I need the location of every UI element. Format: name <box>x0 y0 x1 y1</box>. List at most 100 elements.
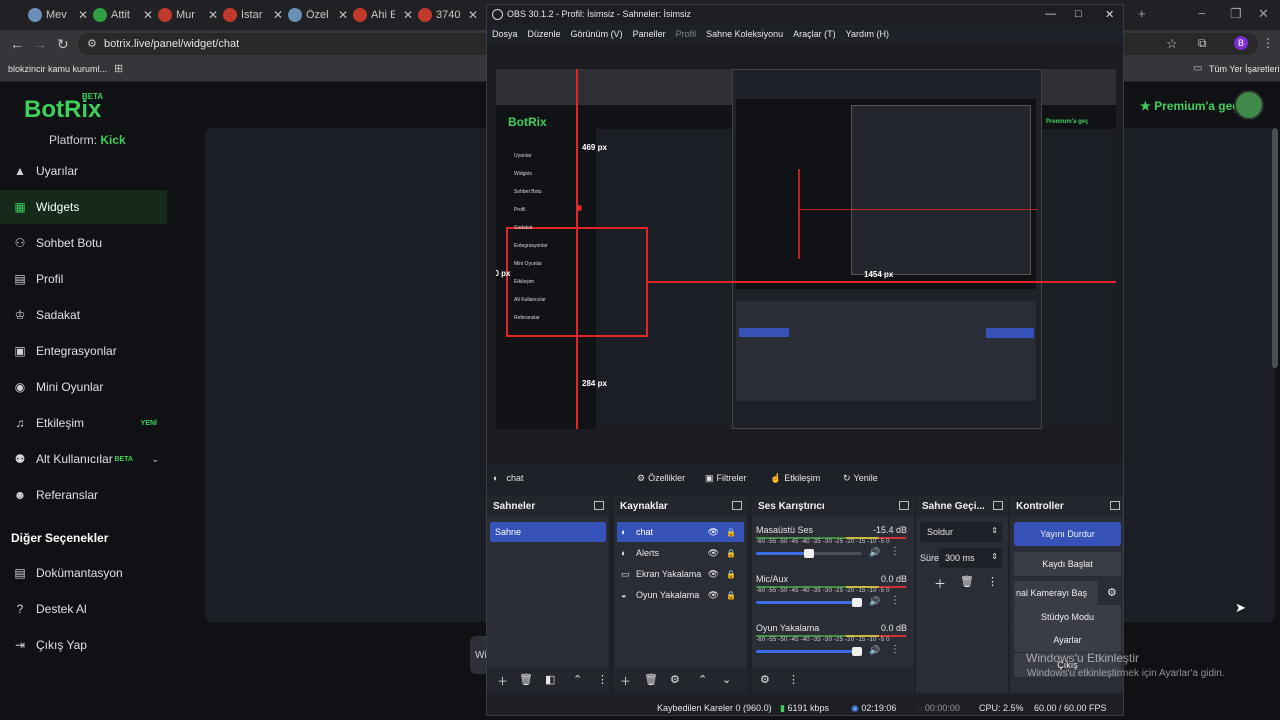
add-source-icon[interactable]: ＋ <box>620 673 631 689</box>
obs-close-icon[interactable]: ✕ <box>1105 8 1114 21</box>
visibility-eye-icon[interactable]: 👁 <box>708 569 719 580</box>
bookmark-star-icon[interactable]: ☆ <box>1166 36 1178 52</box>
settings-button[interactable]: Ayarlar <box>1014 628 1121 652</box>
undock-icon[interactable] <box>594 501 604 510</box>
remove-scene-icon[interactable]: 🗑 <box>519 673 533 686</box>
browser-tab[interactable]: Ahi E ✕ <box>351 4 413 26</box>
obs-menu-item[interactable]: Yardım (H) <box>841 25 894 43</box>
user-avatar[interactable] <box>1234 90 1264 120</box>
start-recording-button[interactable]: Kaydı Başlat <box>1014 552 1121 576</box>
speaker-icon[interactable]: 🔊 <box>869 547 880 558</box>
reload-icon[interactable]: ↻ <box>57 36 69 53</box>
visibility-eye-icon[interactable]: 👁 <box>708 590 719 601</box>
program-preview[interactable]: BotRix Premium'a geç 469 px 30 px 284 px… <box>496 69 1116 429</box>
stop-streaming-button[interactable]: Yayını Durdur <box>1014 522 1121 546</box>
more-icon[interactable]: ⋮ <box>597 673 608 686</box>
sidebar-item[interactable]: ⇥ Çıkış Yap <box>0 628 167 662</box>
sidebar-item[interactable]: ▤ Profil <box>0 262 167 296</box>
visibility-eye-icon[interactable]: 👁 <box>708 548 719 559</box>
remove-source-icon[interactable]: 🗑 <box>644 673 658 686</box>
extensions-icon[interactable]: ⧉ <box>1198 36 1207 51</box>
all-bookmarks[interactable]: Tüm Yer İşaretleri <box>1209 64 1280 74</box>
volume-knob[interactable] <box>804 549 815 558</box>
channel-menu-icon[interactable]: ⋮ <box>890 595 900 606</box>
obs-menu-item[interactable]: Paneller <box>628 25 671 43</box>
chrome-menu-icon[interactable]: ⋮ <box>1262 36 1274 50</box>
advanced-audio-icon[interactable]: ⚙ <box>760 673 770 686</box>
mixer-menu-icon[interactable]: ⋮ <box>788 673 799 686</box>
sidebar-item[interactable]: ▦ Widgets <box>0 190 167 224</box>
sidebar-item[interactable]: ⚇ Sohbet Botu <box>0 226 167 260</box>
interact-button[interactable]: ☝ Etkileşim <box>770 469 820 487</box>
sidebar-item[interactable]: ◉ Mini Oyunlar <box>0 370 167 404</box>
undock-icon[interactable] <box>732 501 742 510</box>
move-up-icon[interactable]: ⌃ <box>698 673 707 686</box>
browser-tab[interactable]: Özel ✕ <box>286 4 348 26</box>
remove-transition-icon[interactable]: 🗑 <box>960 575 974 588</box>
source-item[interactable]: ◒ Oyun Yakalama 👁 🔒 <box>617 585 744 605</box>
lock-icon[interactable]: 🔒 <box>726 549 736 558</box>
minimize-icon[interactable]: − <box>1198 6 1206 21</box>
move-down-icon[interactable]: ⌄ <box>722 673 731 686</box>
volume-knob[interactable] <box>852 647 862 656</box>
browser-tab[interactable]: Attit ✕ <box>91 4 153 26</box>
sidebar-item[interactable]: ? Destek Al <box>0 592 167 626</box>
tab-close-icon[interactable]: ✕ <box>273 8 283 22</box>
chevron-down-icon[interactable]: ⌄ <box>151 454 159 465</box>
obs-maximize-icon[interactable]: □ <box>1075 8 1082 20</box>
undock-icon[interactable] <box>993 501 1003 510</box>
sidebar-item[interactable]: ☻ Referanslar <box>0 478 167 512</box>
site-info-icon[interactable]: ⚙ <box>87 37 97 50</box>
browser-tab[interactable]: 3740 ✕ <box>416 4 478 26</box>
studio-mode-button[interactable]: Stüdyo Modu <box>1014 605 1121 629</box>
restore-icon[interactable]: ❐ <box>1230 6 1242 22</box>
transition-select[interactable]: Soldur ⇕ <box>920 522 1002 542</box>
tab-close-icon[interactable]: ✕ <box>78 8 88 22</box>
obs-menu-item[interactable]: Sahne Koleksiyonu <box>701 25 788 43</box>
tab-close-icon[interactable]: ✕ <box>338 8 348 22</box>
source-item[interactable]: ▭ Ekran Yakalama 👁 🔒 <box>617 564 744 584</box>
transition-menu-icon[interactable]: ⋮ <box>987 575 998 588</box>
sidebar-item[interactable]: ▤ Dokümantasyon <box>0 556 167 590</box>
volume-knob[interactable] <box>852 598 862 607</box>
obs-menu-item[interactable]: Düzenle <box>523 25 566 43</box>
obs-menu-item[interactable]: Araçlar (T) <box>788 25 841 43</box>
volume-slider[interactable] <box>756 598 862 607</box>
virtual-camera-settings-icon[interactable]: ⚙ <box>1107 586 1117 599</box>
page-scrollbar[interactable] <box>1272 128 1278 368</box>
source-properties-icon[interactable]: ⚙ <box>670 673 680 686</box>
tab-close-icon[interactable]: ✕ <box>468 8 478 22</box>
sidebar-item[interactable]: ▣ Entegrasyonlar <box>0 334 167 368</box>
obs-menu-item[interactable]: Görünüm (V) <box>566 25 628 43</box>
undock-icon[interactable] <box>1110 501 1120 510</box>
apps-grid-icon[interactable]: ⊞ <box>114 62 123 75</box>
scene-item[interactable]: Sahne <box>490 522 606 542</box>
visibility-eye-icon[interactable]: 👁 <box>708 527 719 538</box>
source-item[interactable]: ◐ Alerts 👁 🔒 <box>617 543 744 563</box>
browser-tab[interactable]: Mur ✕ <box>156 4 218 26</box>
close-window-icon[interactable]: ✕ <box>1258 6 1269 22</box>
obs-menu-item[interactable]: Dosya <box>487 25 523 43</box>
back-icon[interactable]: ← <box>10 36 24 52</box>
speaker-icon[interactable]: 🔊 <box>869 645 880 656</box>
channel-menu-icon[interactable]: ⋮ <box>890 644 900 655</box>
properties-button[interactable]: ⚙ Özellikler <box>637 469 685 487</box>
tab-close-icon[interactable]: ✕ <box>403 8 413 22</box>
speaker-icon[interactable]: 🔊 <box>869 596 880 607</box>
premium-link[interactable]: ★ Premium'a geç <box>1140 99 1239 113</box>
lock-icon[interactable]: 🔒 <box>726 591 736 600</box>
sidebar-item[interactable]: ▲ Uyarılar <box>0 154 167 188</box>
sidebar-item[interactable]: ♫ Etkileşim YENİ <box>0 406 167 440</box>
lock-icon[interactable]: 🔒 <box>726 528 736 537</box>
obs-minimize-icon[interactable]: — <box>1045 8 1056 20</box>
new-tab-icon[interactable]: + <box>1138 6 1146 21</box>
browser-tab[interactable]: Mev ✕ <box>26 4 88 26</box>
scene-filters-icon[interactable]: ◧ <box>545 673 555 686</box>
add-scene-icon[interactable]: ＋ <box>497 673 508 689</box>
volume-slider[interactable] <box>756 549 862 558</box>
lock-icon[interactable]: 🔒 <box>726 570 736 579</box>
move-up-icon[interactable]: ⌃ <box>573 673 582 686</box>
refresh-button[interactable]: ↻ Yenile <box>843 469 878 487</box>
sidebar-item[interactable]: ♔ Sadakat <box>0 298 167 332</box>
url-text[interactable]: botrix.live/panel/widget/chat <box>104 38 239 50</box>
